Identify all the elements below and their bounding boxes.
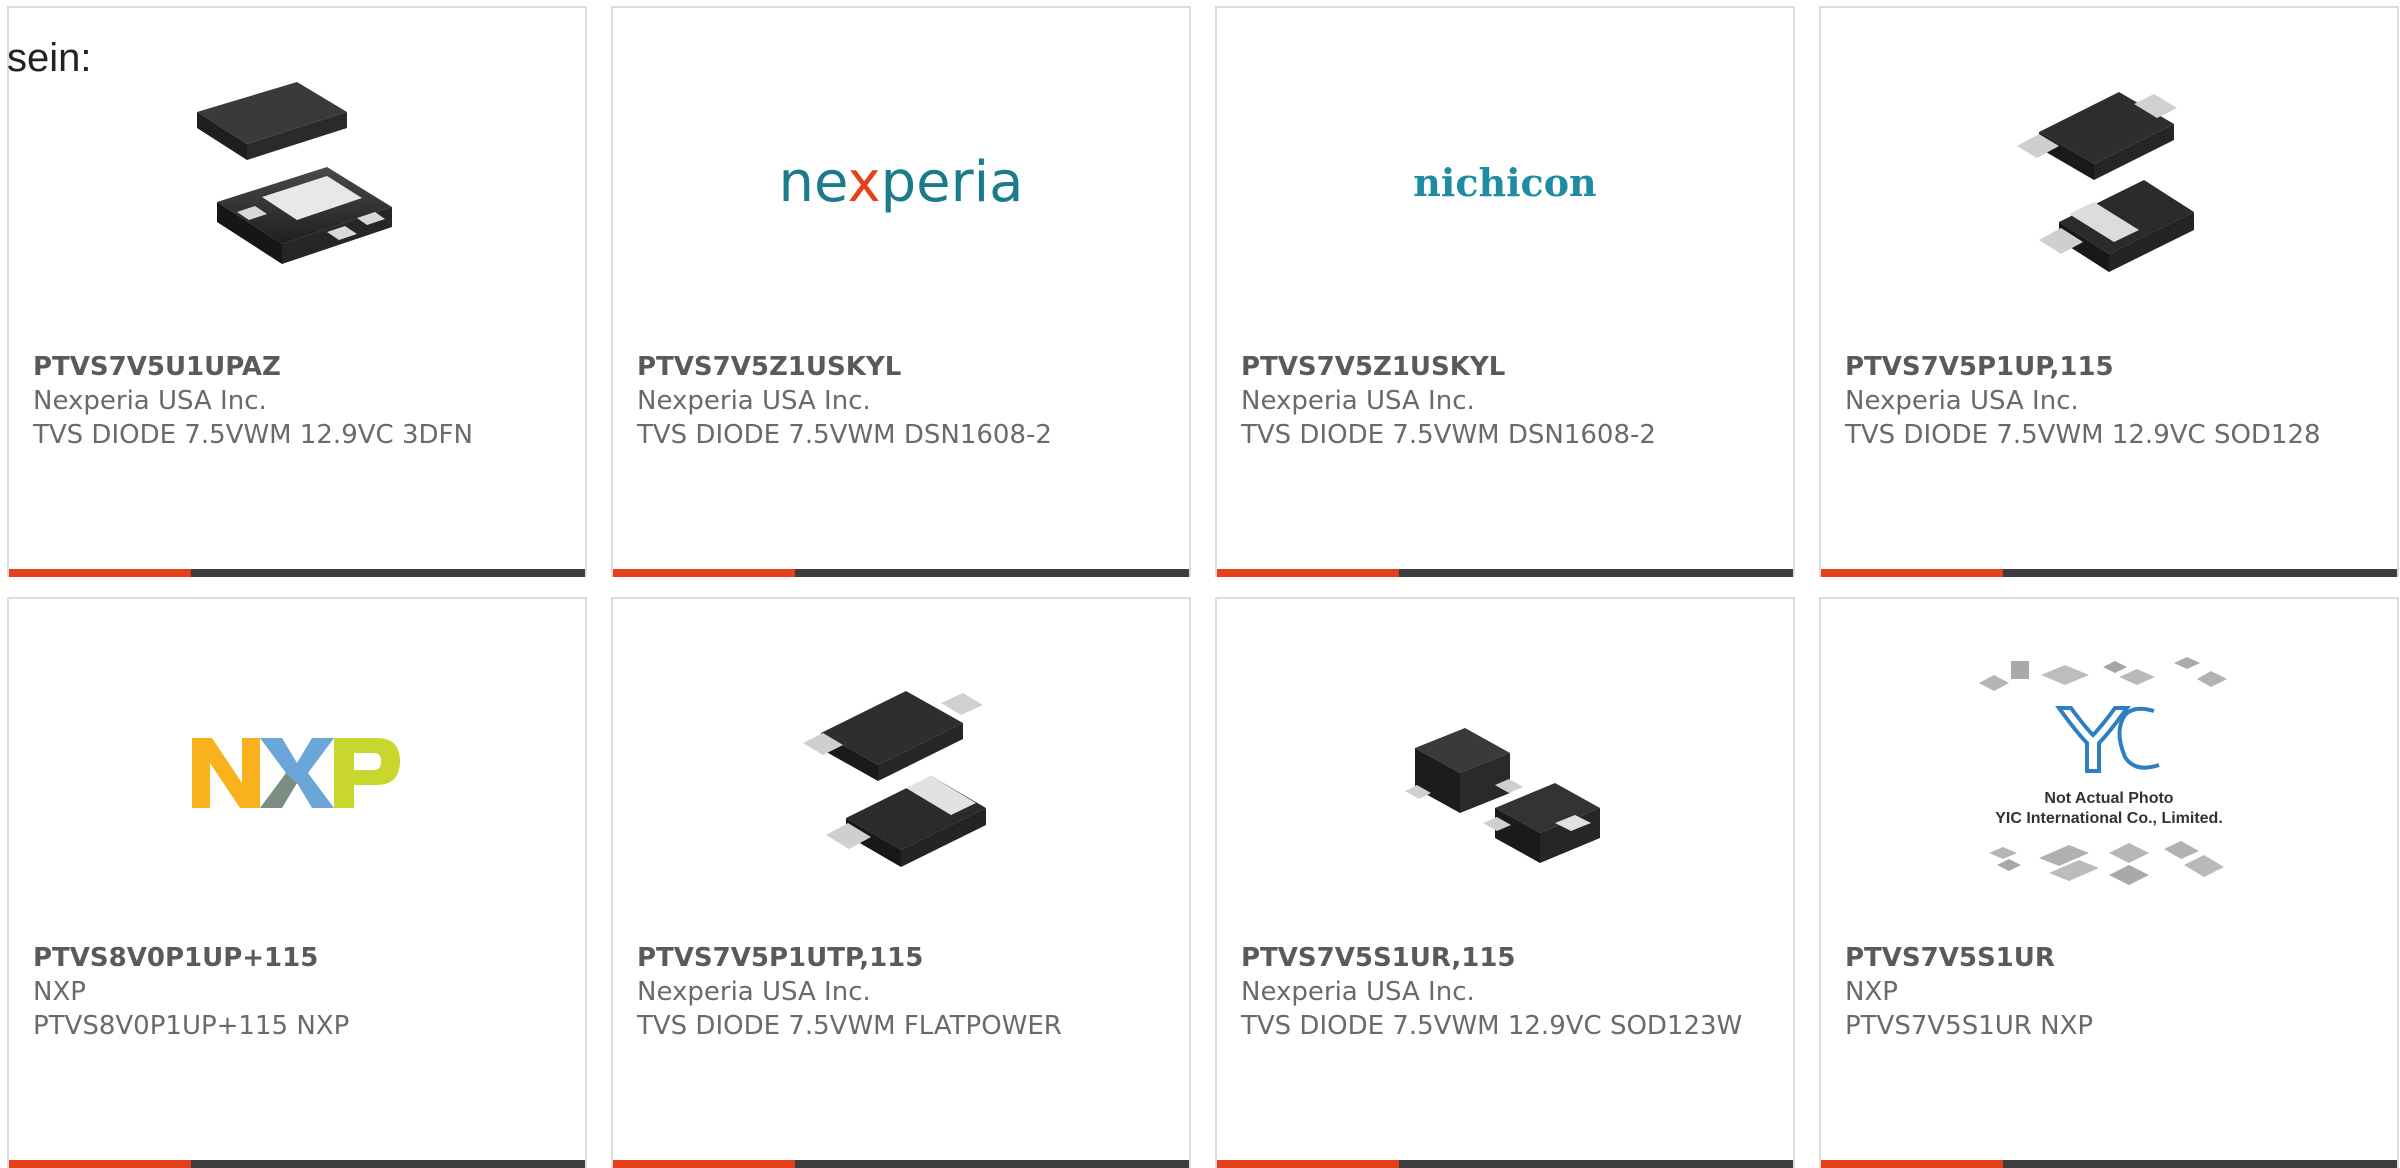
card-bottom-bar <box>1217 1160 1793 1168</box>
card-bar-accent <box>613 569 795 577</box>
card-bottom-bar <box>9 569 585 577</box>
product-info: PTVS7V5Z1USKYL Nexperia USA Inc. TVS DIO… <box>1241 350 1769 452</box>
product-info: PTVS7V5U1UPAZ Nexperia USA Inc. TVS DIOD… <box>33 350 561 452</box>
part-number[interactable]: PTVS8V0P1UP+115 <box>33 941 561 975</box>
card-bar-accent <box>1217 569 1399 577</box>
part-number[interactable]: PTVS7V5P1UP,115 <box>1845 350 2373 384</box>
part-number[interactable]: PTVS7V5S1UR <box>1845 941 2373 975</box>
placeholder-line1: Not Actual Photo <box>2044 790 2173 807</box>
product-card[interactable]: PTVS7V5P1UTP,115 Nexperia USA Inc. TVS D… <box>611 597 1191 1168</box>
description: TVS DIODE 7.5VWM DSN1608-2 <box>1241 420 1656 450</box>
product-image[interactable] <box>9 72 585 292</box>
card-bar-accent <box>1821 569 2003 577</box>
yic-placeholder-image: Not Actual Photo YIC International Co., … <box>1979 657 2227 885</box>
logo-text-x: x <box>847 149 881 215</box>
product-image[interactable]: Not Actual Photo YIC International Co., … <box>1821 657 2397 885</box>
product-card[interactable]: nichicon PTVS7V5Z1USKYL Nexperia USA Inc… <box>1215 6 1795 577</box>
part-number[interactable]: PTVS7V5P1UTP,115 <box>637 941 1165 975</box>
manufacturer: Nexperia USA Inc. <box>1845 386 2079 416</box>
card-bottom-bar <box>613 569 1189 577</box>
card-bar-accent <box>9 569 191 577</box>
product-info: PTVS7V5S1UR NXP PTVS7V5S1UR NXP <box>1845 941 2373 1043</box>
description: PTVS7V5S1UR NXP <box>1845 1011 2094 1041</box>
product-info: PTVS7V5S1UR,115 Nexperia USA Inc. TVS DI… <box>1241 941 1769 1043</box>
card-bottom-bar <box>1217 569 1793 577</box>
manufacturer: Nexperia USA Inc. <box>637 386 871 416</box>
product-card[interactable]: PTVS7V5P1UP,115 Nexperia USA Inc. TVS DI… <box>1819 6 2399 577</box>
manufacturer: NXP <box>1845 977 1898 1007</box>
card-bar-accent <box>9 1160 191 1168</box>
card-bar-accent <box>1821 1160 2003 1168</box>
sod128-package-image <box>2017 92 2194 272</box>
product-image[interactable] <box>613 663 1189 883</box>
part-number[interactable]: PTVS7V5U1UPAZ <box>33 350 561 384</box>
card-bar-accent <box>613 1160 795 1168</box>
sod123w-package-image <box>1405 728 1600 863</box>
product-card[interactable]: PTVS7V5S1UR,115 Nexperia USA Inc. TVS DI… <box>1215 597 1795 1168</box>
product-info: PTVS8V0P1UP+115 NXP PTVS8V0P1UP+115 NXP <box>33 941 561 1043</box>
logo-text-a: ne <box>778 149 848 215</box>
product-card[interactable]: PTVS8V0P1UP+115 NXP PTVS8V0P1UP+115 NXP <box>7 597 587 1168</box>
nxp-logo <box>192 738 400 808</box>
product-card[interactable]: PTVS7V5U1UPAZ Nexperia USA Inc. TVS DIOD… <box>7 6 587 577</box>
description: PTVS8V0P1UP+115 NXP <box>33 1011 350 1041</box>
part-number[interactable]: PTVS7V5S1UR,115 <box>1241 941 1769 975</box>
product-info: PTVS7V5Z1USKYL Nexperia USA Inc. TVS DIO… <box>637 350 1165 452</box>
nexperia-logo: nexperia <box>778 150 1023 215</box>
manufacturer: Nexperia USA Inc. <box>33 386 267 416</box>
card-bottom-bar <box>1821 569 2397 577</box>
product-image[interactable] <box>1217 663 1793 883</box>
manufacturer: Nexperia USA Inc. <box>1241 386 1475 416</box>
description: TVS DIODE 7.5VWM 12.9VC SOD123W <box>1241 1011 1743 1041</box>
3dfn-package-image <box>197 82 392 264</box>
part-number[interactable]: PTVS7V5Z1USKYL <box>1241 350 1769 384</box>
product-image[interactable]: nichicon <box>1217 72 1793 292</box>
product-image[interactable] <box>9 663 585 883</box>
placeholder-line2: YIC International Co., Limited. <box>1995 810 2223 827</box>
description: TVS DIODE 7.5VWM 12.9VC 3DFN <box>33 420 473 450</box>
product-image[interactable] <box>1821 72 2397 292</box>
flatpower-package-image <box>803 691 986 867</box>
product-grid: PTVS7V5U1UPAZ Nexperia USA Inc. TVS DIOD… <box>7 6 2399 1168</box>
card-bottom-bar <box>1821 1160 2397 1168</box>
nichicon-logo: nichicon <box>1413 159 1597 205</box>
description: TVS DIODE 7.5VWM 12.9VC SOD128 <box>1845 420 2321 450</box>
description: TVS DIODE 7.5VWM FLATPOWER <box>637 1011 1062 1041</box>
manufacturer: NXP <box>33 977 86 1007</box>
manufacturer: Nexperia USA Inc. <box>637 977 871 1007</box>
product-info: PTVS7V5P1UTP,115 Nexperia USA Inc. TVS D… <box>637 941 1165 1043</box>
product-image[interactable]: nexperia <box>613 72 1189 292</box>
part-number[interactable]: PTVS7V5Z1USKYL <box>637 350 1165 384</box>
card-bottom-bar <box>613 1160 1189 1168</box>
product-info: PTVS7V5P1UP,115 Nexperia USA Inc. TVS DI… <box>1845 350 2373 452</box>
product-card[interactable]: Not Actual Photo YIC International Co., … <box>1819 597 2399 1168</box>
description: TVS DIODE 7.5VWM DSN1608-2 <box>637 420 1052 450</box>
product-card[interactable]: nexperia PTVS7V5Z1USKYL Nexperia USA Inc… <box>611 6 1191 577</box>
manufacturer: Nexperia USA Inc. <box>1241 977 1475 1007</box>
card-bar-accent <box>1217 1160 1399 1168</box>
card-bottom-bar <box>9 1160 585 1168</box>
page-fragment-text: sein: <box>7 36 92 80</box>
logo-text-b: peria <box>880 149 1024 215</box>
